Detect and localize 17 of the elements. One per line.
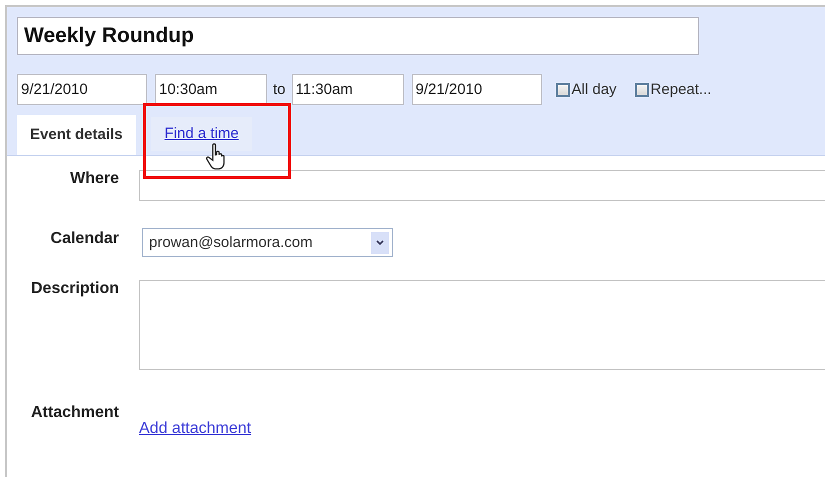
input-field[interactable]: 9/21/2010 (17, 74, 147, 105)
dropdown-value: prowan@solarmora.com (149, 234, 314, 251)
field-label: Attachment (30, 404, 120, 422)
field-label: Calendar (50, 229, 120, 248)
title-field[interactable]: Weekly Roundup (17, 17, 699, 55)
input-field[interactable]: 9/21/2010 (412, 74, 542, 105)
input-field[interactable]: 10:30am (155, 74, 267, 105)
tab[interactable]: Find a time (150, 117, 252, 151)
checkbox[interactable]: All day (556, 81, 617, 98)
field-label: Description (30, 280, 120, 298)
dropdown[interactable]: prowan@solarmora.com (142, 228, 393, 257)
add-attachment-link[interactable]: Add attachment (139, 420, 252, 438)
field-label: Where (69, 170, 120, 188)
checkbox[interactable]: Repeat... (634, 81, 712, 98)
input-field[interactable]: 11:30am (292, 74, 404, 105)
tab[interactable]: Event details (17, 115, 136, 155)
to-label: to (273, 81, 286, 98)
